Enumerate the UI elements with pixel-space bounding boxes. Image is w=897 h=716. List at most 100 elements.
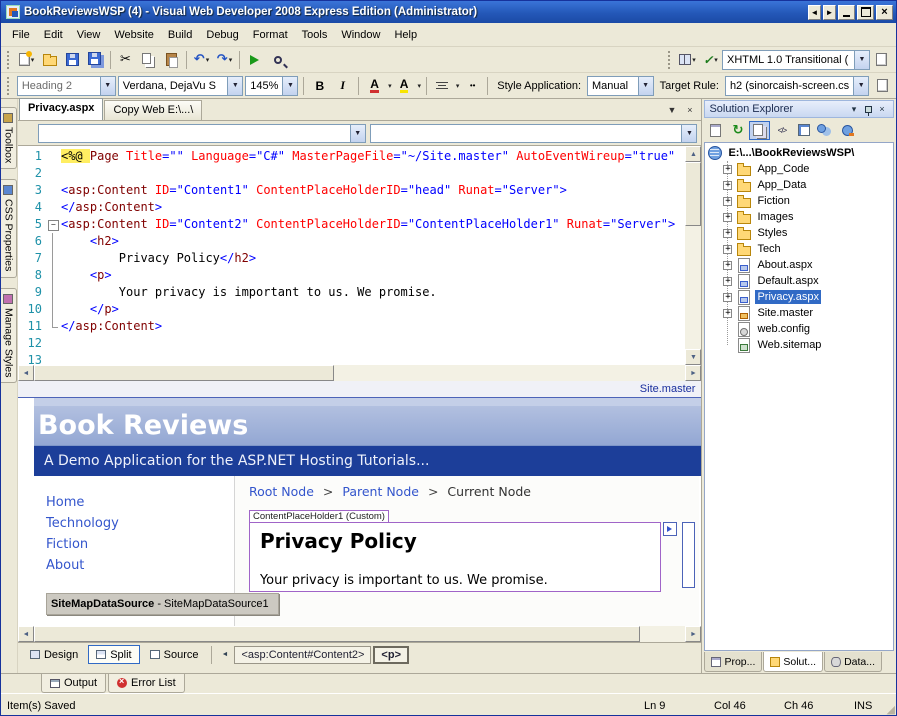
toolbar-grip[interactable] xyxy=(7,77,12,95)
save-all-button[interactable] xyxy=(84,49,107,70)
bold-button[interactable] xyxy=(309,76,330,96)
cut-button[interactable] xyxy=(114,49,137,70)
nav-link-home[interactable]: Home xyxy=(46,492,119,513)
tab-error-list[interactable]: Error List xyxy=(108,674,185,693)
tab-solution-explorer[interactable]: Solut... xyxy=(763,652,823,672)
tab-properties[interactable]: Prop... xyxy=(704,652,762,672)
italic-button[interactable] xyxy=(332,76,353,96)
pin-icon[interactable] xyxy=(861,103,875,116)
aspnet-configuration-icon[interactable] xyxy=(837,121,858,140)
block-format-combobox[interactable]: Heading 2 ▼ xyxy=(17,76,116,96)
code-lines[interactable]: 1<%@ Page Title="" Language="C#" MasterP… xyxy=(18,146,685,365)
find-button[interactable] xyxy=(266,49,289,70)
chevron-down-icon[interactable]: ▼ xyxy=(350,125,365,142)
paste-button[interactable] xyxy=(160,49,183,70)
source-view-button[interactable]: Source xyxy=(142,645,207,664)
code-vertical-scrollbar[interactable]: ▲ ▼ xyxy=(685,146,701,365)
check-page-button[interactable]: ▾ xyxy=(699,49,722,70)
scrollbar-track[interactable] xyxy=(34,365,685,381)
window-position-icon[interactable]: ▾ xyxy=(847,103,861,116)
resize-grip-icon[interactable]: ◢ xyxy=(887,703,895,716)
expand-icon[interactable]: + xyxy=(723,245,732,254)
titlebar-scroll-right-icon[interactable]: ► xyxy=(823,5,836,20)
tree-item-about-aspx[interactable]: +About.aspx xyxy=(723,257,893,273)
tree-item-app-code[interactable]: +App_Code xyxy=(723,161,893,177)
content-placeholder-region[interactable]: Privacy Policy Your privacy is important… xyxy=(249,522,661,592)
menu-edit[interactable]: Edit xyxy=(37,26,70,44)
code-line[interactable]: 3<asp:Content ID="Content1" ContentPlace… xyxy=(18,182,685,199)
nest-related-files-icon[interactable] xyxy=(749,121,770,140)
target-rule-combobox[interactable]: h2 (sinorcaish-screen.cs ▼ xyxy=(725,76,869,96)
nav-link-fiction[interactable]: Fiction xyxy=(46,534,119,555)
sidetab-manage-styles[interactable]: Manage Styles xyxy=(1,288,17,383)
expand-icon[interactable]: + xyxy=(723,309,732,318)
menu-tools[interactable]: Tools xyxy=(295,26,335,44)
design-pane[interactable]: Book Reviews A Demo Application for the … xyxy=(18,398,701,626)
design-horizontal-scrollbar[interactable]: ◄ ► xyxy=(18,626,701,642)
tree-item-styles[interactable]: +Styles xyxy=(723,225,893,241)
chevron-down-icon[interactable]: ▾ xyxy=(456,82,460,90)
scroll-left-icon[interactable]: ◄ xyxy=(18,626,34,642)
font-combobox[interactable]: Verdana, DejaVu S ▼ xyxy=(118,76,244,96)
smart-tag-arrow-icon[interactable] xyxy=(663,522,677,536)
toolbox-panes-button[interactable]: ▾ xyxy=(676,49,699,70)
expand-icon[interactable]: + xyxy=(723,293,732,302)
tree-item-default-aspx[interactable]: +Default.aspx xyxy=(723,273,893,289)
close-icon[interactable]: × xyxy=(876,5,893,20)
code-horizontal-scrollbar[interactable]: ◄ ► xyxy=(18,365,701,381)
breadcrumb-parent[interactable]: Parent Node xyxy=(342,484,419,499)
tree-item-site-master[interactable]: +Site.master xyxy=(723,305,893,321)
scrollbar-thumb[interactable] xyxy=(34,365,334,381)
expand-icon[interactable]: + xyxy=(723,181,732,190)
menu-view[interactable]: View xyxy=(70,26,108,44)
undo-button[interactable]: ▾ xyxy=(190,49,213,70)
tab-copy-web[interactable]: Copy Web E:\...\ xyxy=(104,100,202,120)
sitemapdatasource-control[interactable]: SiteMapDataSource - SiteMapDataSource1 xyxy=(46,593,279,615)
chevron-down-icon[interactable]: ▾ xyxy=(388,82,392,90)
minimize-icon[interactable] xyxy=(838,5,855,20)
fold-collapse-icon[interactable] xyxy=(46,216,61,233)
chevron-down-icon[interactable]: ▼ xyxy=(638,77,653,95)
tag-path-p[interactable]: <p> xyxy=(373,646,409,664)
code-line[interactable]: 9 Your privacy is important to us. We pr… xyxy=(18,284,685,301)
copy-web-site-icon[interactable] xyxy=(815,121,836,140)
content-placeholder-label[interactable]: ContentPlaceHolder1 (Custom) xyxy=(249,510,389,523)
view-code-icon[interactable] xyxy=(771,121,792,140)
expand-icon[interactable]: + xyxy=(723,229,732,238)
code-line[interactable]: 6 <h2> xyxy=(18,233,685,250)
chevron-down-icon[interactable]: ▼ xyxy=(100,77,115,95)
copy-button[interactable] xyxy=(137,49,160,70)
code-line[interactable]: 2 xyxy=(18,165,685,182)
code-line[interactable]: 13 xyxy=(18,352,685,365)
refresh-icon[interactable] xyxy=(727,121,748,140)
chevron-down-icon[interactable]: ▼ xyxy=(227,77,242,95)
tab-database-explorer[interactable]: Data... xyxy=(824,652,882,672)
tree-item-app-data[interactable]: +App_Data xyxy=(723,177,893,193)
page-heading[interactable]: Privacy Policy xyxy=(260,529,417,553)
types-combobox[interactable]: ▼ xyxy=(38,124,366,143)
start-debugging-button[interactable] xyxy=(243,49,266,70)
list-button[interactable] xyxy=(461,76,482,96)
tag-path-content[interactable]: <asp:Content#Content2> xyxy=(234,646,371,664)
chevron-down-icon[interactable]: ▼ xyxy=(854,51,869,69)
chevron-down-icon[interactable]: ▼ xyxy=(282,77,297,95)
code-line[interactable]: 12 xyxy=(18,335,685,352)
style-application-combobox[interactable]: Manual ▼ xyxy=(587,76,654,96)
style-sheet-button[interactable] xyxy=(870,49,893,70)
toolbar-grip[interactable] xyxy=(7,51,12,69)
font-size-combobox[interactable]: 145% ▼ xyxy=(245,76,298,96)
scroll-right-icon[interactable]: ► xyxy=(685,626,701,642)
menu-build[interactable]: Build xyxy=(161,26,199,44)
tree-item-images[interactable]: +Images xyxy=(723,209,893,225)
open-file-button[interactable] xyxy=(38,49,61,70)
nav-link-technology[interactable]: Technology xyxy=(46,513,119,534)
tab-list-icon[interactable]: ▼ xyxy=(664,102,679,117)
expand-icon[interactable]: + xyxy=(723,213,732,222)
tree-item-web-sitemap[interactable]: Web.sitemap xyxy=(723,337,893,353)
source-code-pane[interactable]: 1<%@ Page Title="" Language="C#" MasterP… xyxy=(18,145,701,365)
toolbar-grip[interactable] xyxy=(668,51,673,69)
menu-format[interactable]: Format xyxy=(246,26,295,44)
redo-button[interactable]: ▾ xyxy=(213,49,236,70)
doctype-combobox[interactable]: XHTML 1.0 Transitional ( ▼ xyxy=(722,50,870,70)
menu-window[interactable]: Window xyxy=(334,26,387,44)
